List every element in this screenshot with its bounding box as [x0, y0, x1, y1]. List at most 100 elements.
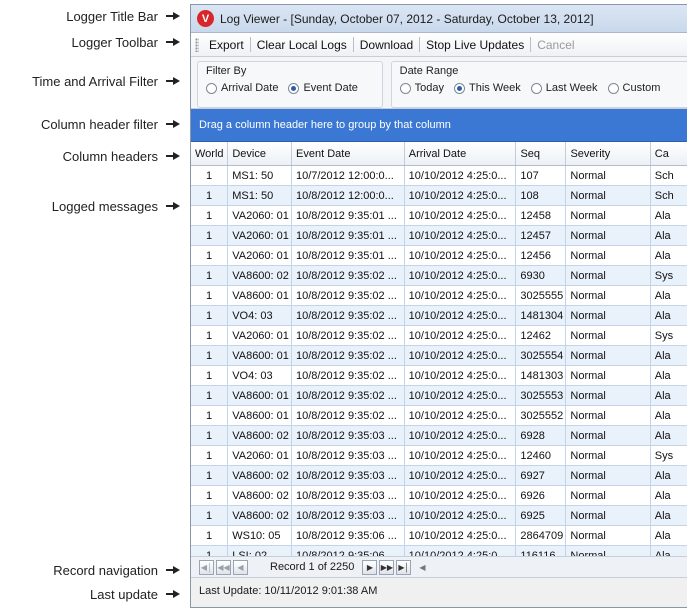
export-button[interactable]: Export	[203, 38, 250, 52]
cell-arrival-date: 10/10/2012 4:25:0...	[405, 246, 517, 265]
cell-device: VA2060: 01	[228, 446, 292, 465]
cell-severity: Normal	[566, 546, 651, 556]
cell-world: 1	[191, 426, 229, 445]
column-header-world[interactable]: World	[191, 142, 229, 165]
cell-event-date: 10/8/2012 9:35:06 ...	[292, 526, 405, 545]
cell-severity: Normal	[566, 386, 651, 405]
custom-radio[interactable]: Custom	[607, 82, 660, 94]
table-row[interactable]: 1 VA8600: 02 10/8/2012 9:35:03 ... 10/10/20…	[191, 506, 687, 526]
last-record-icon[interactable]: ▶│	[396, 559, 412, 575]
table-row[interactable]: 1 VA8600: 02 10/8/2012 9:35:02 ... 10/10/20…	[191, 266, 687, 286]
cancel-button[interactable]: Cancel	[531, 38, 580, 52]
cell-world: 1	[191, 286, 229, 305]
event-date-radio[interactable]: Event Date	[288, 82, 358, 94]
next-page-icon[interactable]: ▶▶	[379, 559, 395, 575]
callout-logged-messages-label: Logged messages	[51, 198, 158, 214]
previous-page-icon[interactable]: ◀◀	[216, 559, 231, 575]
cell-arrival-date: 10/10/2012 4:25:0...	[405, 466, 517, 485]
column-header-device[interactable]: Device	[228, 142, 293, 165]
callout-time-filter-label: Time and Arrival Filter	[32, 73, 158, 89]
table-row[interactable]: 1 VA2060: 01 10/8/2012 9:35:01 ... 10/10/20…	[191, 226, 687, 246]
cell-severity: Normal	[566, 206, 651, 225]
arrow-right-icon	[166, 201, 180, 211]
column-header-event-date[interactable]: Event Date	[292, 142, 405, 165]
arrival-date-radio[interactable]: Arrival Date	[206, 82, 278, 94]
table-row[interactable]: 1 VA8600: 02 10/8/2012 9:35:03 ... 10/10/20…	[191, 426, 687, 446]
table-row[interactable]: 1 LSI: 02 10/8/2012 9:35:06 ... 10/10/2012 …	[191, 546, 687, 556]
table-row[interactable]: 1 VO4: 03 10/8/2012 9:35:02 ... 10/10/2012 …	[191, 306, 687, 326]
group-by-drop-area[interactable]: Drag a column header here to group by th…	[191, 109, 687, 142]
clear-local-logs-button[interactable]: Clear Local Logs	[251, 38, 353, 52]
this-week-radio[interactable]: This Week	[453, 82, 521, 94]
table-row[interactable]: 1 VA8600: 01 10/8/2012 9:35:02 ... 10/10/20…	[191, 406, 687, 426]
title-bar[interactable]: V Log Viewer - [Sunday, October 07, 2012…	[191, 5, 687, 33]
column-headers: World Device Event Date Arrival Date Seq…	[191, 142, 687, 166]
table-row[interactable]: 1 VA8600: 01 10/8/2012 9:35:02 ... 10/10/20…	[191, 346, 687, 366]
cell-world: 1	[191, 246, 229, 265]
cell-event-date: 10/8/2012 9:35:02 ...	[292, 346, 405, 365]
callout-column-headers-label: Column headers	[62, 148, 158, 164]
callout-title-bar: Logger Title Bar	[0, 7, 186, 25]
radio-unchecked-icon	[530, 82, 542, 94]
table-row[interactable]: 1 VA2060: 01 10/8/2012 9:35:03 ... 10/10/20…	[191, 446, 687, 466]
cell-event-date: 10/8/2012 9:35:03 ...	[292, 506, 405, 525]
status-bar: Last Update: 10/11/2012 9:01:38 AM	[191, 578, 687, 604]
radio-checked-icon	[288, 82, 300, 94]
last-week-radio[interactable]: Last Week	[530, 82, 598, 94]
column-header-category[interactable]: Ca	[651, 142, 687, 165]
stop-live-updates-button[interactable]: Stop Live Updates	[420, 38, 530, 52]
cell-category: Ala	[651, 306, 687, 325]
cell-category: Sys	[651, 446, 687, 465]
cell-world: 1	[191, 266, 229, 285]
arrow-right-icon	[166, 151, 180, 161]
table-row[interactable]: 1 MS1: 50 10/8/2012 12:00:0... 10/10/2012 4…	[191, 186, 687, 206]
log-message-grid: 1 MS1: 50 10/7/2012 12:00:0... 10/10/2012 4…	[191, 166, 687, 556]
today-radio[interactable]: Today	[399, 82, 444, 94]
callout-toolbar: Logger Toolbar	[0, 33, 186, 51]
callout-header-filter: Column header filter	[0, 115, 186, 133]
table-row[interactable]: 1 VA8600: 01 10/8/2012 9:35:02 ... 10/10/20…	[191, 386, 687, 406]
table-row[interactable]: 1 VA8600: 01 10/8/2012 9:35:02 ... 10/10/20…	[191, 286, 687, 306]
cell-seq: 6927	[516, 466, 567, 485]
cell-category: Sch	[651, 186, 687, 205]
next-record-icon[interactable]: ▶	[362, 559, 378, 575]
cell-world: 1	[191, 226, 229, 245]
cell-event-date: 10/8/2012 9:35:01 ...	[292, 226, 405, 245]
download-button[interactable]: Download	[354, 38, 419, 52]
table-row[interactable]: 1 VA2060: 01 10/8/2012 9:35:01 ... 10/10/20…	[191, 246, 687, 266]
cell-category: Ala	[651, 406, 687, 425]
table-row[interactable]: 1 WS10: 05 10/8/2012 9:35:06 ... 10/10/2012…	[191, 526, 687, 546]
cell-event-date: 10/8/2012 9:35:02 ...	[292, 266, 405, 285]
column-header-seq[interactable]: Seq	[516, 142, 567, 165]
table-row[interactable]: 1 VA8600: 02 10/8/2012 9:35:03 ... 10/10/20…	[191, 486, 687, 506]
table-row[interactable]: 1 VA2060: 01 10/8/2012 9:35:02 ... 10/10/20…	[191, 326, 687, 346]
cell-world: 1	[191, 546, 229, 556]
table-row[interactable]: 1 VA2060: 01 10/8/2012 9:35:01 ... 10/10/20…	[191, 206, 687, 226]
table-row[interactable]: 1 MS1: 50 10/7/2012 12:00:0... 10/10/2012 4…	[191, 166, 687, 186]
callout-toolbar-label: Logger Toolbar	[71, 34, 159, 50]
cell-device: VA8600: 02	[228, 266, 292, 285]
cell-device: VA8600: 02	[228, 426, 292, 445]
cell-arrival-date: 10/10/2012 4:25:0...	[405, 426, 517, 445]
cell-seq: 12458	[516, 206, 567, 225]
table-row[interactable]: 1 VO4: 03 10/8/2012 9:35:02 ... 10/10/2012 …	[191, 366, 687, 386]
cell-event-date: 10/8/2012 9:35:06 ...	[292, 546, 405, 556]
cell-arrival-date: 10/10/2012 4:25:0...	[405, 266, 517, 285]
scroll-left-icon[interactable]: ◀	[419, 563, 425, 572]
radio-unchecked-icon	[206, 82, 217, 94]
toolbar-grip-icon[interactable]	[195, 37, 199, 52]
first-record-icon[interactable]: ◀│	[199, 559, 214, 575]
column-header-severity[interactable]: Severity	[566, 142, 651, 165]
cell-world: 1	[191, 386, 229, 405]
column-header-arrival-date[interactable]: Arrival Date	[405, 142, 517, 165]
cell-device: VA8600: 02	[228, 486, 292, 505]
previous-record-icon[interactable]: ◀	[233, 559, 248, 575]
cell-device: VA8600: 02	[228, 506, 292, 525]
cell-severity: Normal	[566, 306, 651, 325]
window-title: Log Viewer - [Sunday, October 07, 2012 -…	[220, 11, 594, 26]
callout-record-navigation-label: Record navigation	[53, 562, 158, 578]
cell-event-date: 10/8/2012 9:35:01 ...	[292, 206, 405, 225]
cell-seq: 12462	[516, 326, 567, 345]
table-row[interactable]: 1 VA8600: 02 10/8/2012 9:35:03 ... 10/10/20…	[191, 466, 687, 486]
cell-seq: 2864709	[516, 526, 567, 545]
